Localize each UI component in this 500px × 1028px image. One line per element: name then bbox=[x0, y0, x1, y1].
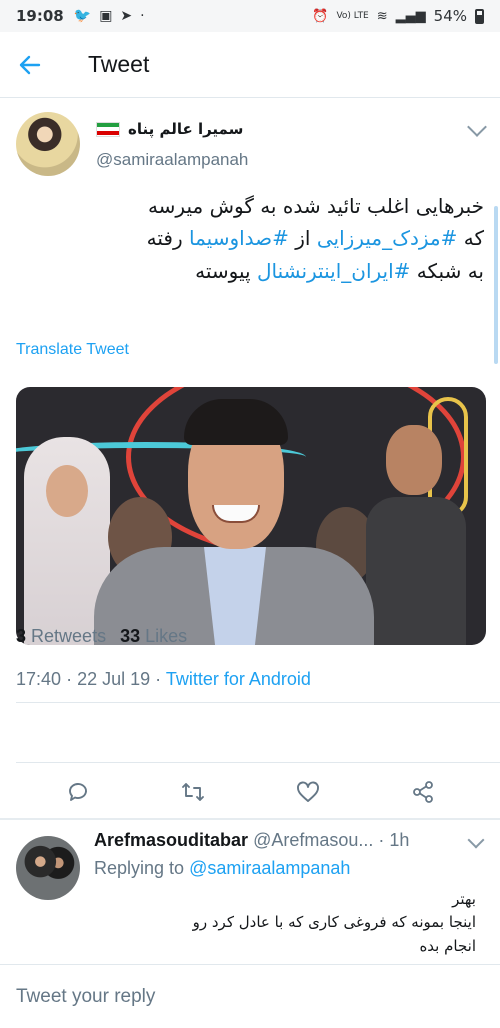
reply-age: · 1h bbox=[378, 830, 410, 850]
signal-icon: ▂▄▆ bbox=[395, 8, 426, 24]
tweet-text-segment: که bbox=[457, 226, 484, 251]
more-notifications-icon: · bbox=[140, 8, 145, 24]
tweet-text-line: به شبکه #ایران_اینترنشنال پیوسته bbox=[16, 255, 484, 287]
likes-stat[interactable]: 33 Likes bbox=[120, 626, 187, 647]
tweet-time: 17:40 bbox=[16, 669, 62, 689]
retweet-icon bbox=[181, 783, 204, 801]
share-icon bbox=[412, 781, 433, 803]
scrollbar[interactable] bbox=[494, 206, 498, 364]
meta-separator: · bbox=[66, 669, 78, 689]
hashtag-link[interactable]: #صداوسیما bbox=[189, 226, 289, 250]
telegram-notification-icon: ➤ bbox=[120, 8, 133, 24]
tweet-text-segment: از bbox=[288, 226, 317, 251]
translate-tweet-link[interactable]: Translate Tweet bbox=[16, 341, 129, 359]
author-handle[interactable]: @samiraalampanah bbox=[96, 150, 248, 170]
photo-host-hair bbox=[184, 399, 288, 445]
network-label: Vo) LTE bbox=[336, 11, 369, 21]
battery-percent: 54% bbox=[433, 7, 467, 25]
reply-text-line: بهتر bbox=[452, 890, 476, 908]
tweet-menu-chevron-icon[interactable] bbox=[467, 117, 487, 137]
status-bar: 19:08 🐦 ▣ ➤ · ⏰ Vo) LTE ≋ ▂▄▆ 54% bbox=[0, 0, 500, 32]
replying-to-handle[interactable]: @samiraalampanah bbox=[189, 858, 350, 878]
reply-author-name[interactable]: Arefmasouditabar bbox=[94, 830, 248, 850]
reply-menu-chevron-icon[interactable] bbox=[467, 831, 485, 849]
author-name[interactable]: سمیرا عالم پناه bbox=[128, 120, 243, 138]
tweet-text-line: که #مزدک_میرزایی از #صداوسیما رفته bbox=[16, 222, 484, 254]
app-header: Tweet bbox=[0, 32, 500, 98]
hashtag-link[interactable]: #مزدک_میرزایی bbox=[317, 226, 458, 250]
hashtag-link[interactable]: #ایران_اینترنشنال bbox=[257, 259, 410, 283]
reply-text-line: اینجا بمونه که فروغی کاری که با عادل کرد… bbox=[192, 913, 476, 932]
photo-person-right bbox=[366, 425, 466, 645]
tweet-text: خبرهایی اغلب تائید شده به گوش میرسه که #م… bbox=[16, 190, 484, 287]
image-notification-icon: ▣ bbox=[99, 8, 113, 24]
status-time: 19:08 bbox=[16, 7, 64, 25]
tweet-text-line: خبرهایی اغلب تائید شده به گوش میرسه bbox=[16, 190, 484, 222]
reply-button[interactable] bbox=[58, 772, 98, 812]
tweet-meta: 17:40 · 22 Jul 19 · Twitter for Android bbox=[16, 669, 311, 690]
tweet-photo[interactable] bbox=[16, 387, 486, 645]
tweet-text-segment: پیوسته bbox=[195, 258, 257, 283]
notification-icons: 🐦 ▣ ➤ · bbox=[74, 8, 145, 24]
alarm-icon: ⏰ bbox=[312, 8, 329, 24]
tweet-text-segment: رفته bbox=[146, 226, 189, 251]
back-button[interactable] bbox=[0, 32, 60, 98]
reply-icon bbox=[68, 783, 87, 801]
likes-label: Likes bbox=[145, 626, 188, 646]
author-avatar[interactable] bbox=[16, 112, 80, 176]
replying-prefix: Replying to bbox=[94, 858, 185, 878]
system-icons: ⏰ Vo) LTE ≋ ▂▄▆ 54% bbox=[312, 7, 484, 25]
tweet-actions bbox=[0, 764, 500, 820]
wifi-icon: ≋ bbox=[376, 8, 388, 24]
battery-icon bbox=[475, 8, 484, 24]
share-button[interactable] bbox=[403, 772, 443, 812]
meta-separator: · bbox=[155, 669, 166, 689]
reply-author-handle[interactable]: @Arefmasou... bbox=[253, 830, 373, 850]
likes-count: 33 bbox=[120, 626, 141, 646]
reply-header: Arefmasouditabar @Arefmasou... · 1h bbox=[94, 830, 409, 851]
reply-input[interactable] bbox=[16, 985, 476, 1008]
divider bbox=[16, 702, 500, 703]
iran-flag-icon bbox=[96, 121, 120, 137]
retweet-button[interactable] bbox=[173, 772, 213, 812]
tweet-source-link[interactable]: Twitter for Android bbox=[166, 669, 311, 689]
tweet-date: 22 Jul 19 bbox=[77, 669, 151, 689]
like-button[interactable] bbox=[288, 772, 328, 812]
tweet-stats: 3 Retweets 33 Likes bbox=[16, 626, 187, 647]
reply-author-avatar[interactable] bbox=[16, 836, 80, 900]
page-title: Tweet bbox=[88, 51, 150, 77]
twitter-notification-icon: 🐦 bbox=[73, 8, 92, 24]
retweets-count: 3 bbox=[16, 626, 27, 646]
reply-text-line: انجام بده bbox=[419, 936, 476, 955]
retweets-stat[interactable]: 3 Retweets bbox=[16, 626, 106, 647]
back-arrow-icon bbox=[19, 55, 41, 74]
retweets-label: Retweets bbox=[31, 626, 107, 646]
tweet-text-segment: خبرهایی اغلب تائید شده به گوش میرسه bbox=[147, 194, 484, 218]
heart-icon bbox=[296, 781, 319, 802]
tweet-text-segment: به شبکه bbox=[410, 258, 484, 283]
compose-bar bbox=[0, 964, 500, 1028]
author-name-line: سمیرا عالم پناه bbox=[96, 120, 243, 138]
section-separator bbox=[0, 818, 500, 820]
replying-to-line: Replying to @samiraalampanah bbox=[94, 858, 350, 879]
divider bbox=[16, 762, 500, 763]
reply-text: بهتر اینجا بمونه که فروغی کاری که با عاد… bbox=[96, 888, 476, 958]
